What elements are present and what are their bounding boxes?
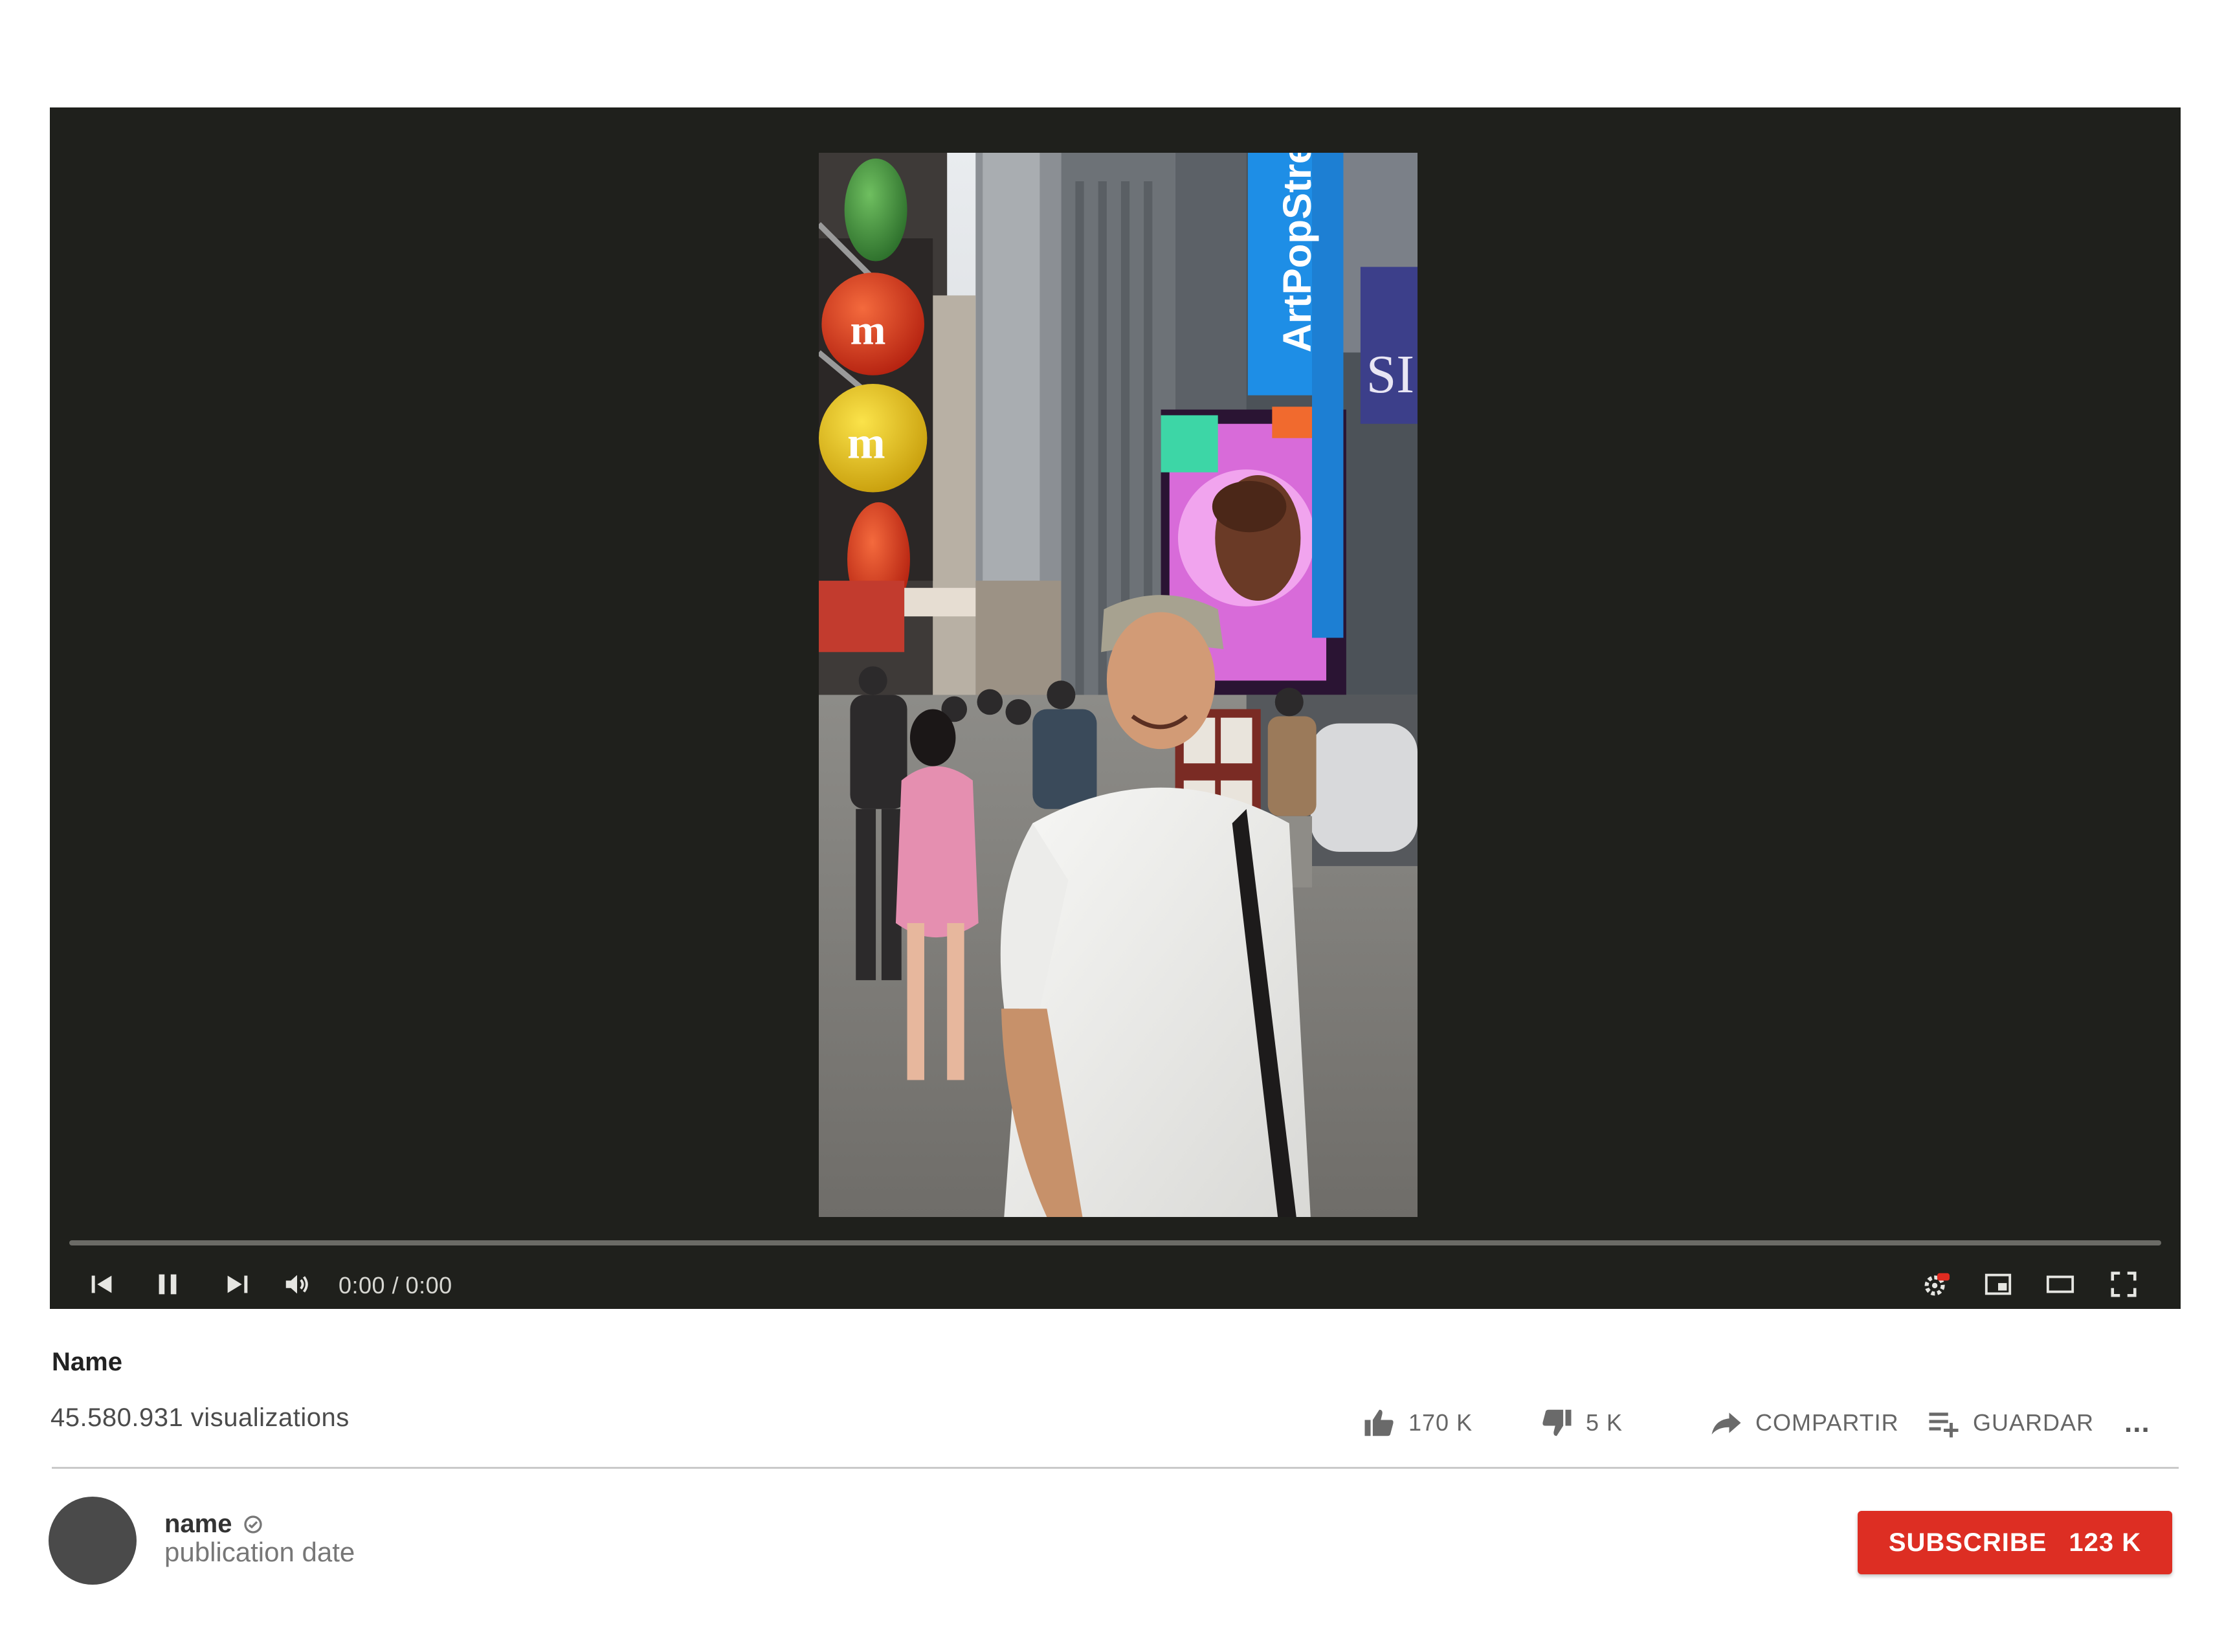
svg-text:m: m (847, 418, 885, 469)
volume-icon (285, 1275, 308, 1294)
theater-mode-icon (2046, 1275, 2074, 1293)
like-count: 170 K (1408, 1409, 1473, 1436)
more-label: ... (2124, 1407, 2150, 1438)
previous-icon (91, 1275, 112, 1293)
settings-icon (1924, 1273, 1950, 1296)
video-title: Name (52, 1348, 122, 1376)
subscriber-count: 123 K (2069, 1528, 2142, 1557)
miniplayer-icon (1985, 1273, 2012, 1295)
verified-icon (243, 1515, 262, 1534)
video-actions: 170 K 5 K COMPARTIR GUARDAR ... (0, 1403, 2224, 1442)
miniplayer-button[interactable] (1981, 1267, 2015, 1301)
subscribe-button[interactable]: SUBSCRIBE 123 K (1858, 1511, 2172, 1574)
theater-mode-button[interactable] (2043, 1267, 2077, 1301)
subscribe-label: SUBSCRIBE (1888, 1528, 2047, 1557)
svg-text:SI: SI (1366, 344, 1414, 405)
dislike-count: 5 K (1586, 1409, 1623, 1436)
channel-avatar[interactable] (49, 1497, 137, 1585)
pause-button[interactable] (151, 1267, 184, 1301)
channel-name[interactable]: name (164, 1510, 263, 1539)
fullscreen-button[interactable] (2107, 1267, 2141, 1301)
channel-name-text: name (164, 1510, 232, 1538)
save-button[interactable]: GUARDAR (1926, 1403, 2094, 1442)
progress-bar[interactable] (69, 1240, 2161, 1245)
dislike-button[interactable]: 5 K (1539, 1403, 1623, 1442)
pause-icon (159, 1274, 177, 1295)
previous-button[interactable] (85, 1267, 118, 1301)
volume-button[interactable] (280, 1267, 314, 1301)
video-frame[interactable]: SI ArtPopStreet m m (819, 153, 1418, 1217)
next-icon (227, 1275, 248, 1293)
share-button[interactable]: COMPARTIR (1709, 1403, 1899, 1442)
save-label: GUARDAR (1973, 1409, 2095, 1436)
fullscreen-icon (2111, 1271, 2137, 1297)
save-playlist-icon (1929, 1412, 1959, 1438)
video-player[interactable]: SI ArtPopStreet m m 0:00 / 0:00 (50, 107, 2181, 1309)
share-icon (1711, 1412, 1741, 1434)
player-controls: 0:00 / 0:00 (50, 1260, 2181, 1305)
settings-button[interactable] (1919, 1267, 1953, 1301)
share-label: COMPARTIR (1755, 1409, 1899, 1436)
next-button[interactable] (221, 1267, 254, 1301)
svg-text:m: m (850, 306, 885, 353)
billboard-text: ArtPopStreet (1275, 153, 1320, 353)
like-button[interactable]: 170 K (1362, 1403, 1473, 1442)
thumbs-down-icon (1542, 1409, 1572, 1436)
video-still-times-square: SI ArtPopStreet m m (819, 153, 1418, 1217)
more-actions-button[interactable]: ... (2124, 1403, 2150, 1442)
thumbs-up-icon (1364, 1409, 1394, 1436)
divider (52, 1467, 2179, 1469)
time-display: 0:00 / 0:00 (339, 1272, 452, 1299)
publication-date: publication date (164, 1537, 355, 1567)
